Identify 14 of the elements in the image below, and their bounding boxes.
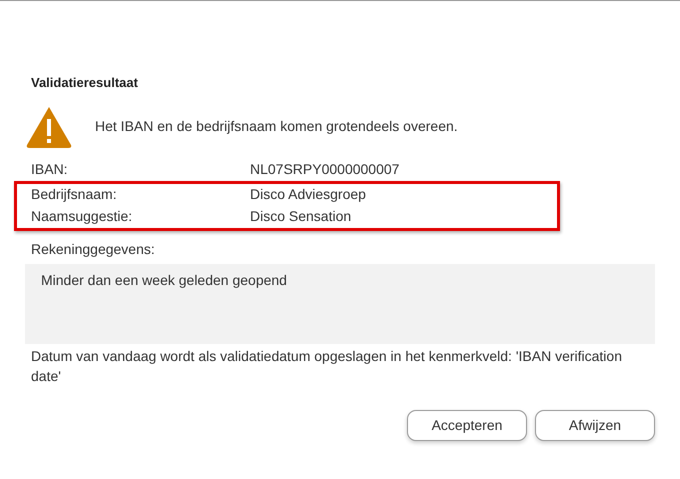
field-label: Naamsuggestie:: [31, 207, 134, 226]
account-info-text: Minder dan een week geleden geopend: [41, 272, 287, 288]
message-text: Het IBAN en de bedrijfsnaam komen grotendeels overeen.: [95, 117, 458, 136]
note-text: Datum van vandaag wordt als validatiedatum opgeslagen in het kenmerkveld: 'IBAN verification date': [31, 346, 623, 386]
dialog-button[interactable]: Afwijzen: [535, 410, 655, 440]
warning-icon: [25, 104, 73, 148]
field-value: Disco Adviesgroep: [250, 185, 366, 204]
field-label: Rekeninggegevens:: [31, 240, 156, 259]
field-value: NL07SRPY0000000007: [250, 160, 400, 179]
dialog-button[interactable]: Accepteren: [407, 410, 527, 440]
field-value: Disco Sensation: [250, 207, 352, 226]
field-label: IBAN:: [31, 160, 69, 179]
dialog-title: Validatieresultaat: [31, 74, 139, 92]
field-label: Bedrijfsnaam:: [31, 185, 118, 204]
